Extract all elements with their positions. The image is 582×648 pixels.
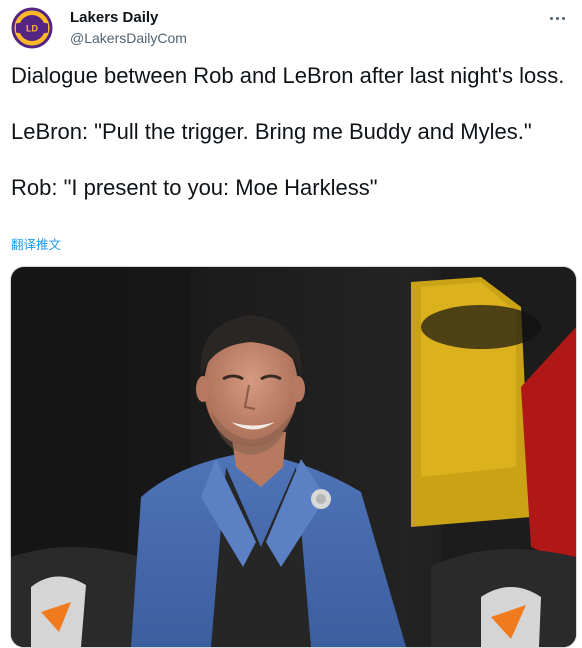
display-name[interactable]: Lakers Daily xyxy=(70,8,187,28)
tweet-text: Dialogue between Rob and LeBron after la… xyxy=(11,62,571,202)
tweet-line: LeBron: "Pull the trigger. Bring me Budd… xyxy=(11,119,532,144)
lakers-daily-logo-icon: LD xyxy=(10,6,54,50)
avatar[interactable]: LD xyxy=(10,6,54,50)
more-options-icon[interactable] xyxy=(544,8,570,28)
tweet-line: Dialogue between Rob and LeBron after la… xyxy=(11,63,565,88)
tweet-header: LD Lakers Daily @LakersDailyCom xyxy=(10,6,572,50)
svg-text:LD: LD xyxy=(26,24,38,34)
tweet-photo[interactable] xyxy=(10,266,577,648)
photo-image xyxy=(11,267,576,647)
tweet-line: Rob: "I present to you: Moe Harkless" xyxy=(11,175,378,200)
user-handle[interactable]: @LakersDailyCom xyxy=(70,28,187,48)
translate-tweet-link[interactable]: 翻译推文 xyxy=(11,234,61,253)
author-names: Lakers Daily @LakersDailyCom xyxy=(70,8,187,48)
